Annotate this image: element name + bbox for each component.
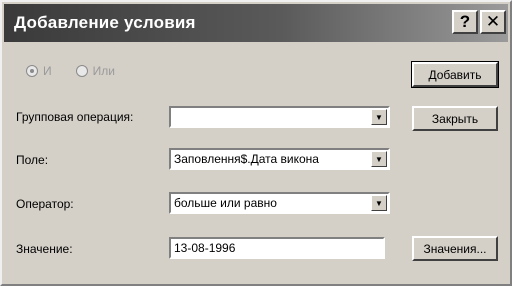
help-button[interactable]: ? [452, 10, 478, 34]
radio-or-label: Или [92, 64, 115, 78]
radio-or[interactable]: Или [75, 64, 115, 78]
chevron-down-icon[interactable]: ▼ [371, 151, 387, 167]
add-button-label: Добавить [428, 67, 482, 82]
value-input-text: 13-08-1996 [174, 241, 236, 255]
help-icon: ? [459, 12, 471, 31]
close-icon: ✕ [485, 12, 501, 31]
radio-and-label: И [43, 64, 52, 78]
add-condition-dialog: Добавление условия ? ✕ И Или Групповая о… [0, 0, 512, 286]
values-button-label: Значения... [423, 241, 487, 256]
operator-select[interactable]: больше или равно ▼ [169, 192, 390, 214]
logic-radio-group: И Или [26, 64, 115, 78]
field-select[interactable]: Заповлення$.Дата викона ▼ [169, 148, 390, 170]
value-label: Значение: [16, 242, 73, 256]
window-title: Добавление условия [14, 13, 196, 32]
group-operation-label: Групповая операция: [16, 110, 134, 124]
field-label: Поле: [16, 153, 49, 167]
field-value: Заповлення$.Дата викона [174, 152, 319, 166]
radio-or-indicator [75, 65, 88, 77]
radio-and-indicator [26, 65, 38, 77]
close-button[interactable]: Закрыть [412, 106, 498, 131]
chevron-down-icon[interactable]: ▼ [371, 195, 387, 211]
operator-label: Оператор: [16, 197, 74, 211]
values-button[interactable]: Значения... [412, 236, 498, 261]
close-window-button[interactable]: ✕ [480, 10, 506, 34]
chevron-down-icon[interactable]: ▼ [371, 109, 387, 125]
close-button-label: Закрыть [431, 111, 479, 126]
group-operation-select[interactable]: ▼ [169, 106, 390, 128]
operator-value: больше или равно [174, 196, 277, 210]
value-input[interactable]: 13-08-1996 [169, 237, 385, 259]
radio-and[interactable]: И [26, 64, 52, 78]
add-button[interactable]: Добавить [411, 61, 499, 88]
title-bar[interactable]: Добавление условия ? ✕ [4, 4, 508, 42]
